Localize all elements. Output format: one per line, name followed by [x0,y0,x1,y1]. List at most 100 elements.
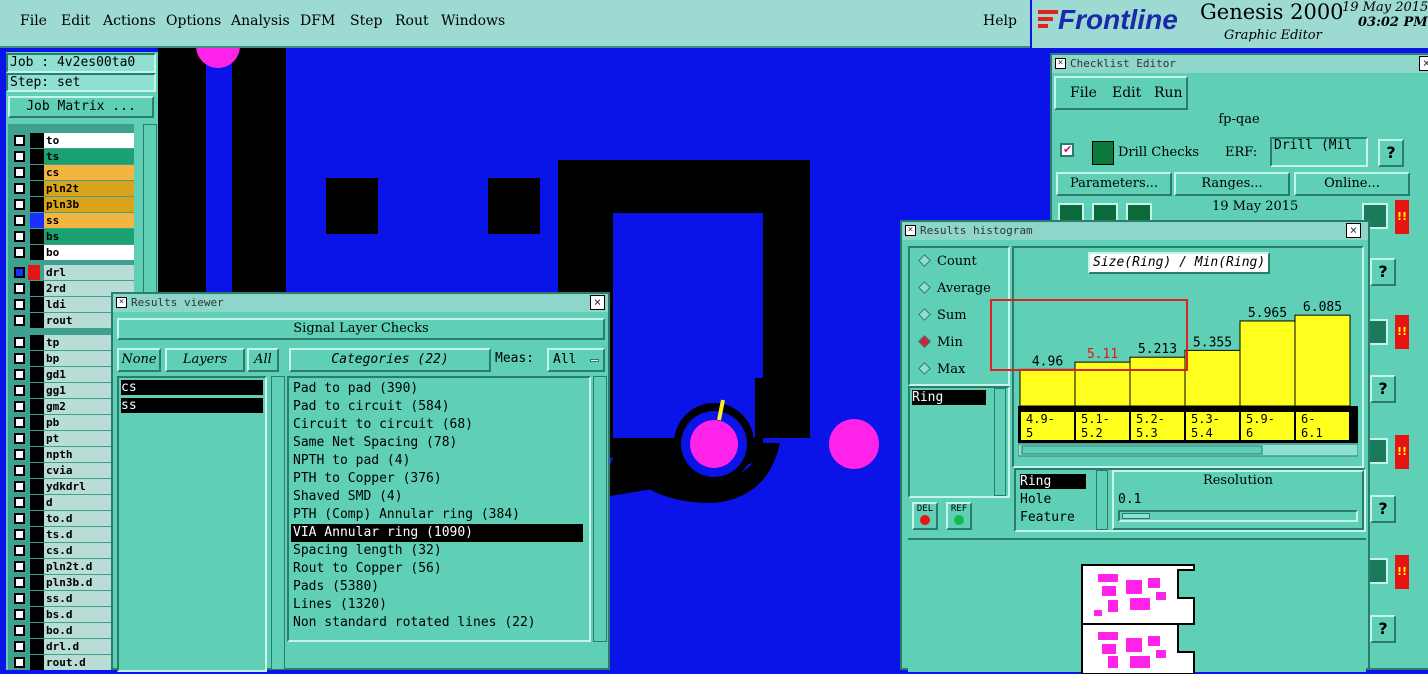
layer-checkbox[interactable] [14,561,25,572]
radio-average[interactable]: Average [916,281,991,296]
chart-scroll-thumb[interactable] [1021,445,1263,455]
measure-scrollbar[interactable] [994,388,1006,496]
layer-color-swatch[interactable] [30,623,44,638]
menu-step[interactable]: Step [350,13,382,29]
layer-color-swatch[interactable] [30,351,44,366]
layer-color-swatch[interactable] [30,335,44,350]
layer-checkbox[interactable] [14,625,25,636]
layer-checkbox[interactable] [14,497,25,508]
menu-file[interactable]: File [20,13,47,29]
warning-icon[interactable]: !! [1395,315,1409,349]
layer-row-pln3b[interactable]: pln3b [14,197,134,212]
layer-color-swatch[interactable] [30,229,44,244]
layer-item-cs[interactable]: cs [121,380,263,395]
layer-checkbox[interactable] [14,315,25,326]
category-item[interactable]: PTH (Comp) Annular ring (384) [293,506,520,524]
category-item[interactable]: Spacing length (32) [293,542,442,560]
category-item[interactable]: Pad to pad (390) [293,380,418,398]
signal-layer-checks-button[interactable]: Signal Layer Checks [117,318,605,340]
option-hole[interactable]: Hole [1020,492,1051,507]
layer-color-swatch[interactable] [30,447,44,462]
menu-analysis[interactable]: Analysis [231,13,290,29]
window-menu-icon[interactable]: × [116,297,127,308]
layer-checkbox[interactable] [14,299,25,310]
category-item[interactable]: Rout to Copper (56) [293,560,442,578]
window-menu-icon[interactable]: × [1055,58,1066,69]
layer-row-cs[interactable]: cs [14,165,134,180]
layers-list[interactable]: cs ss [117,376,267,672]
layer-checkbox[interactable] [14,401,25,412]
resolution-slider[interactable] [1118,510,1358,522]
radio-min[interactable]: Min [916,335,963,350]
layer-checkbox[interactable] [14,481,25,492]
radio-count[interactable]: Count [916,254,977,269]
board-preview[interactable] [908,538,1366,674]
category-item[interactable]: Pad to circuit (584) [293,398,450,416]
layer-checkbox[interactable] [14,353,25,364]
category-item[interactable]: PTH to Copper (376) [293,470,442,488]
layer-checkbox[interactable] [14,135,25,146]
layer-color-swatch[interactable] [30,655,44,670]
ranges-button[interactable]: Ranges... [1174,172,1290,196]
reference-button[interactable]: REF [946,502,972,530]
layer-checkbox[interactable] [14,513,25,524]
layer-checkbox[interactable] [14,433,25,444]
help-button[interactable]: ? [1378,139,1404,167]
radio-sum[interactable]: Sum [916,308,967,323]
layer-color-swatch[interactable] [30,245,44,260]
layer-checkbox[interactable] [14,385,25,396]
layer-color-swatch[interactable] [30,479,44,494]
layer-checkbox[interactable] [14,593,25,604]
menu-windows[interactable]: Windows [441,13,505,29]
option-scrollbar[interactable] [1096,470,1108,530]
category-item[interactable]: Non standard rotated lines (22) [293,614,536,632]
layer-checkbox[interactable] [14,183,25,194]
layer-checkbox[interactable] [14,337,25,348]
layer-color-swatch[interactable] [30,575,44,590]
layer-color-swatch[interactable] [30,415,44,430]
histogram-bar[interactable] [1239,320,1296,407]
layer-row-pln2t[interactable]: pln2t [14,181,134,196]
histogram-bar[interactable] [1019,368,1076,407]
layer-color-swatch[interactable] [30,383,44,398]
layer-row-drl[interactable]: drl [14,265,134,280]
measure-item-ring[interactable]: Ring [912,390,986,405]
category-item[interactable]: Same Net Spacing (78) [293,434,457,452]
layer-checkbox[interactable] [14,465,25,476]
category-item[interactable]: Lines (1320) [293,596,387,614]
close-icon[interactable]: × [1346,223,1361,238]
menu-help[interactable]: Help [983,13,1017,29]
measure-list[interactable]: Ring [908,386,1010,498]
layer-color-swatch[interactable] [30,281,44,296]
layer-color-swatch[interactable] [30,197,44,212]
layer-row-to[interactable]: to [14,133,134,148]
menu-dfm[interactable]: DFM [300,13,335,29]
layer-checkbox[interactable] [14,151,25,162]
layer-row-ss[interactable]: ss [14,213,134,228]
histogram-bar[interactable] [1294,314,1351,407]
close-icon[interactable]: × [1419,56,1428,71]
layer-checkbox[interactable] [14,283,25,294]
layer-color-swatch[interactable] [30,559,44,574]
categories-list[interactable]: Pad to pad (390) Pad to circuit (584) Circ… [287,376,591,642]
checklist-menu-file[interactable]: File [1070,85,1097,101]
layer-color-swatch[interactable] [30,181,44,196]
layers-scrollbar[interactable] [271,376,285,670]
layer-row-ts[interactable]: ts [14,149,134,164]
layer-color-swatch[interactable] [28,265,40,280]
layer-checkbox[interactable] [14,167,25,178]
option-ring[interactable]: Ring [1020,474,1086,489]
layer-row-bs[interactable]: bs [14,229,134,244]
checklist-editor-titlebar[interactable]: × Checklist Editor × [1052,55,1428,73]
check-enabled-checkbox[interactable]: ✔ [1060,143,1074,157]
layer-checkbox[interactable] [14,231,25,242]
help-button[interactable]: ? [1370,375,1396,403]
help-button[interactable]: ? [1370,495,1396,523]
layer-checkbox[interactable] [14,369,25,380]
category-item[interactable]: NPTH to pad (4) [293,452,410,470]
layer-color-swatch[interactable] [30,543,44,558]
job-matrix-button[interactable]: Job Matrix ... [8,96,154,118]
results-histogram-titlebar[interactable]: × Results histogram × [902,222,1368,240]
layer-color-swatch[interactable] [30,431,44,446]
warning-icon[interactable]: !! [1395,555,1409,589]
